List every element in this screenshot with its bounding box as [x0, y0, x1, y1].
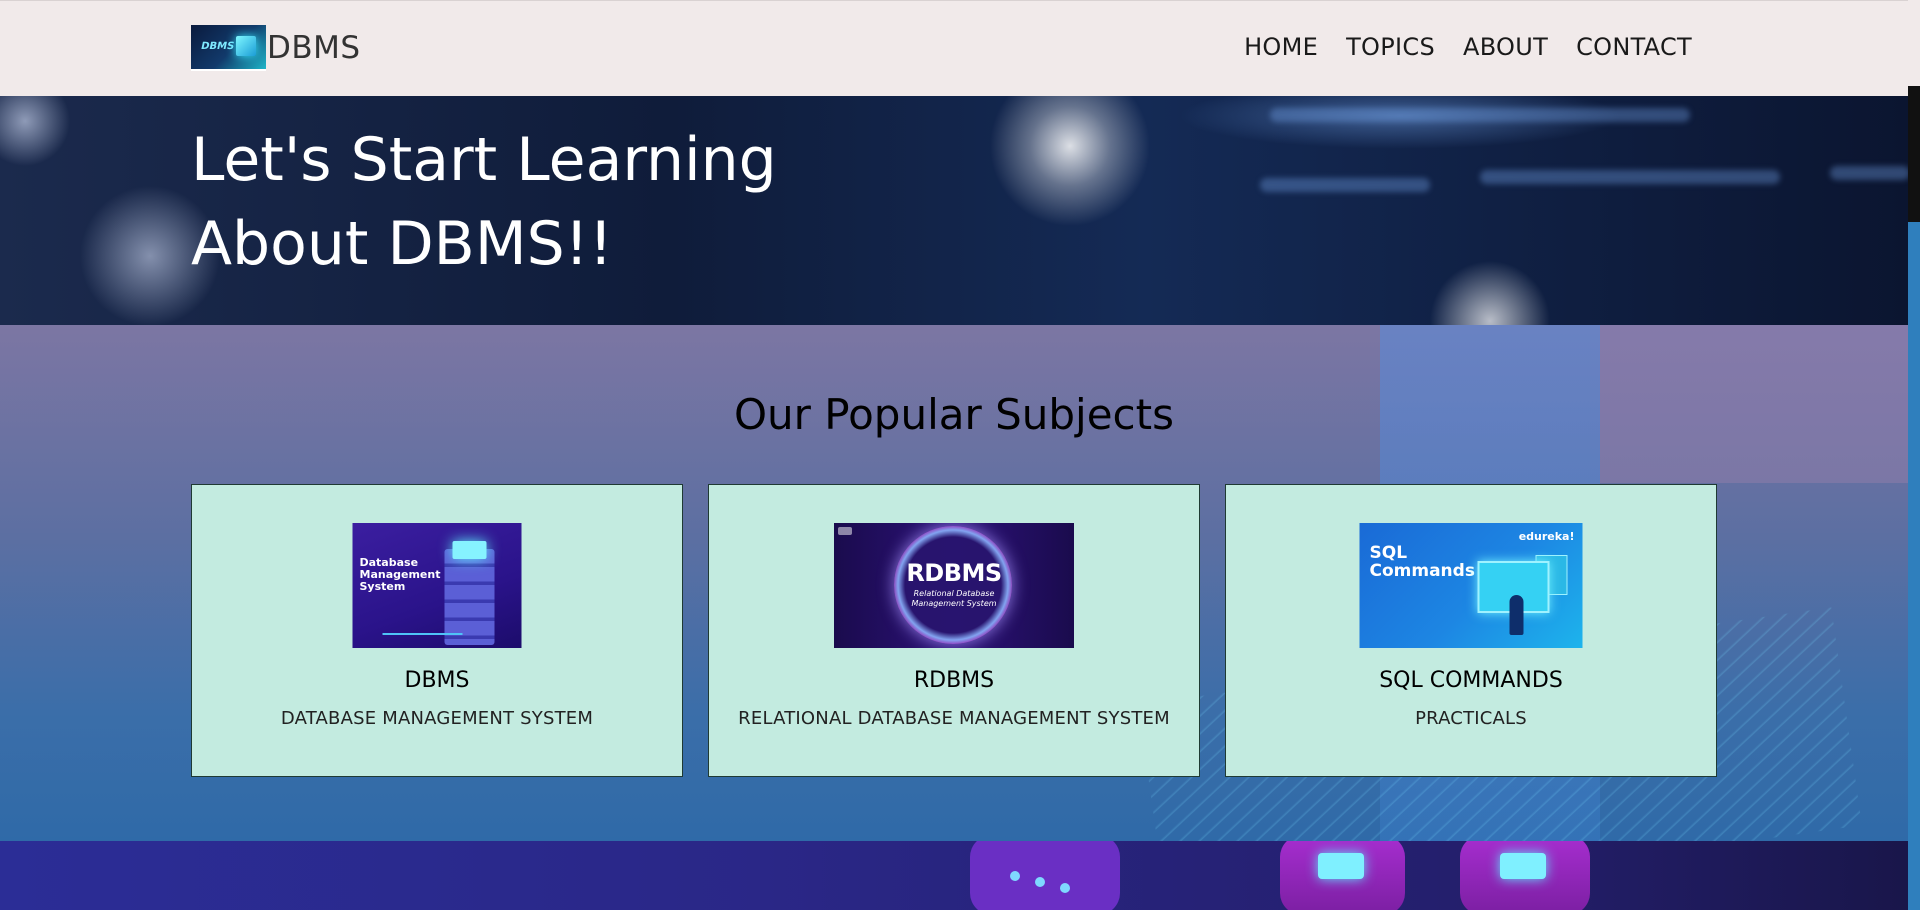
brand-logo[interactable]: DBMS [191, 25, 266, 71]
hero-light-streak [1270, 108, 1690, 122]
server-glow-icon [452, 541, 487, 559]
rdbms-thumbnail-subtitle: Relational Database Management System [834, 589, 1074, 609]
publisher-logo-icon [838, 527, 852, 535]
rdbms-thumbnail-subtitle-line: Relational Database [913, 589, 995, 598]
server-cube-icon [1318, 853, 1364, 879]
dot-icon [1035, 877, 1045, 887]
person-icon [1509, 595, 1524, 635]
sql-thumbnail-title-line: Commands [1369, 561, 1475, 581]
hero-title: Let's Start Learning About DBMS!! [191, 118, 777, 286]
circuit-line-icon [382, 633, 463, 635]
server-stack-icon [444, 549, 495, 645]
sql-thumbnail-title: SQL Commands [1370, 544, 1475, 580]
subject-card-dbms[interactable]: Database Management System DBMS DATABASE… [191, 484, 683, 777]
card-description: PRACTICALS [1415, 708, 1527, 729]
hero-banner: Let's Start Learning About DBMS!! [0, 96, 1908, 325]
dbms-thumbnail-line: System [359, 580, 406, 593]
sql-thumbnail-brand: edureka! [1518, 530, 1575, 543]
rdbms-thumbnail[interactable]: RDBMS Relational Database Management Sys… [834, 523, 1074, 648]
card-description: RELATIONAL DATABASE MANAGEMENT SYSTEM [738, 708, 1170, 729]
subject-cards: Database Management System DBMS DATABASE… [191, 484, 1717, 777]
card-title: SQL COMMANDS [1379, 668, 1563, 693]
popular-subjects-section: Our Popular Subjects Database Management… [0, 325, 1908, 841]
nav-link-home[interactable]: HOME [1244, 33, 1318, 61]
subject-card-rdbms[interactable]: RDBMS Relational Database Management Sys… [708, 484, 1200, 777]
main-nav: HOME TOPICS ABOUT CONTACT [1244, 33, 1692, 61]
card-title: RDBMS [913, 668, 995, 693]
database-cube-icon [236, 36, 256, 56]
scrollbar-thumb[interactable] [1908, 86, 1920, 222]
scrollbar-track [1908, 0, 1920, 86]
rdbms-thumbnail-title: RDBMS [906, 559, 1002, 587]
next-section-banner [0, 841, 1908, 910]
rdbms-thumbnail-subtitle-line: Management System [911, 599, 997, 608]
sql-thumbnail[interactable]: SQL Commands edureka! [1359, 523, 1583, 648]
subject-card-sql-commands[interactable]: SQL Commands edureka! SQL COMMANDS PRACT… [1225, 484, 1717, 777]
dot-icon [1010, 871, 1020, 881]
brand-name[interactable]: DBMS [267, 30, 361, 66]
card-description: DATABASE MANAGEMENT SYSTEM [280, 708, 594, 729]
brand-logo-text: DBMS [199, 41, 236, 52]
dbms-thumbnail-text: Database Management System [360, 557, 441, 593]
navbar: DBMS DBMS HOME TOPICS ABOUT CONTACT [0, 0, 1908, 96]
hero-light-streak [1260, 178, 1430, 192]
dbms-thumbnail[interactable]: Database Management System [352, 523, 522, 648]
card-title: DBMS [404, 668, 470, 693]
section-title: Our Popular Subjects [733, 390, 1174, 439]
nav-link-about[interactable]: ABOUT [1463, 33, 1548, 61]
hero-light-streak [1830, 166, 1908, 180]
dot-icon [1060, 883, 1070, 893]
hero-light-streak [1480, 170, 1780, 184]
hero-title-line-1: Let's Start Learning [191, 125, 777, 195]
brand[interactable]: DBMS DBMS [191, 25, 361, 71]
nav-link-topics[interactable]: TOPICS [1346, 33, 1435, 61]
hero-title-line-2: About DBMS!! [191, 209, 613, 279]
sql-thumbnail-title-line: SQL [1369, 543, 1408, 563]
page-scrollbar[interactable] [1908, 0, 1920, 910]
chat-bubble-icon [970, 841, 1120, 910]
server-cube-icon [1500, 853, 1546, 879]
nav-link-contact[interactable]: CONTACT [1576, 33, 1692, 61]
